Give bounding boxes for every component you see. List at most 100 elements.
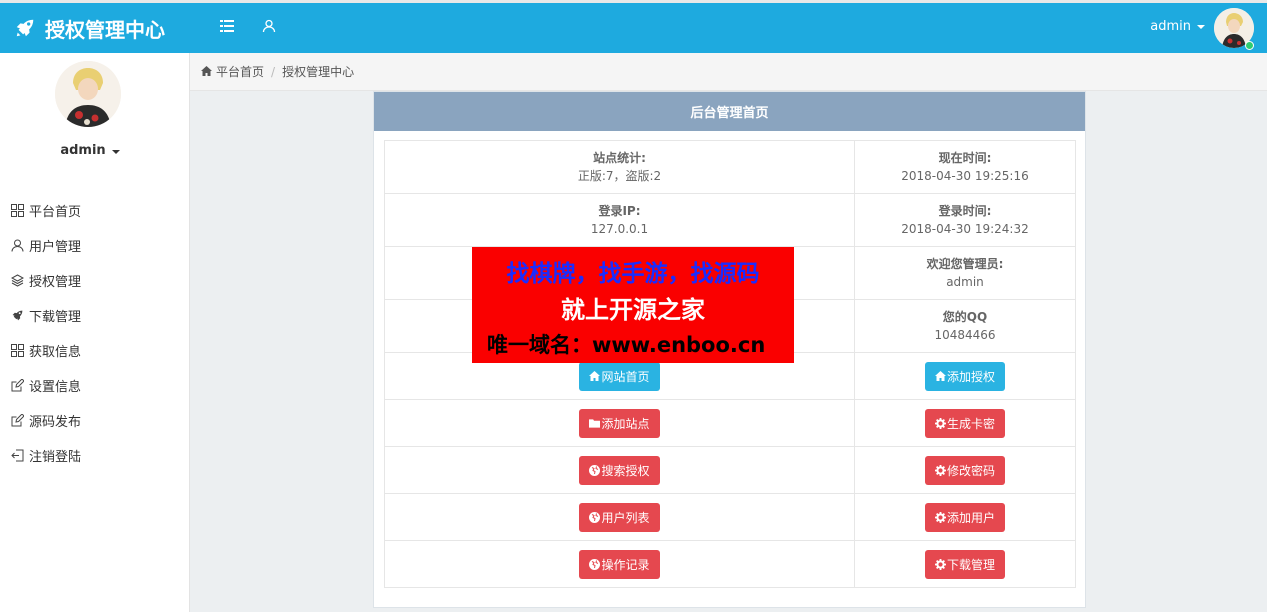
- add-site-button-label: 添加站点: [601, 416, 650, 431]
- current-time-cell: 现在时间: 2018-04-30 19:25:16: [854, 140, 1076, 194]
- download-management-button[interactable]: 下载管理: [924, 549, 1005, 579]
- login-time-cell: 登录时间: 2018-04-30 19:24:32: [854, 193, 1076, 247]
- sidebar-item-logout[interactable]: 注销登陆: [0, 438, 190, 473]
- header-username: admin: [1150, 19, 1191, 34]
- sidebar-item-label: 设置信息: [29, 380, 82, 395]
- online-status-indicator: [1245, 41, 1254, 50]
- sidebar-item-platform-home[interactable]: 平台首页: [0, 193, 190, 228]
- sidebar-item-label: 平台首页: [29, 205, 82, 220]
- site-stats-cell: 站点统计: 正版:7，盗版:2: [384, 140, 855, 194]
- sidebar-nav: 平台首页 用户管理 授权管理 下载管理 获取信息 设置信息 源码发布 注销登陆: [0, 193, 190, 473]
- sidebar-item-authorization[interactable]: 授权管理: [0, 263, 190, 298]
- user-icon[interactable]: [260, 17, 278, 35]
- add-site-button[interactable]: 添加站点: [579, 408, 660, 438]
- sidebar-item-label: 下载管理: [29, 310, 82, 325]
- user-list-button[interactable]: 用户列表: [579, 502, 660, 532]
- welcome-value: admin: [946, 275, 984, 289]
- sidebar-item-get-info[interactable]: 获取信息: [0, 333, 190, 368]
- change-password-button[interactable]: 修改密码: [924, 455, 1005, 485]
- sidebar-item-settings[interactable]: 设置信息: [0, 368, 190, 403]
- site-stats-label: 站点统计:: [593, 151, 646, 165]
- search-authorization-button[interactable]: 搜索授权: [579, 455, 660, 485]
- welcome-label: 欢迎您管理员:: [926, 257, 1004, 271]
- globe-icon: [589, 511, 601, 523]
- home-icon: [589, 370, 601, 382]
- generate-card-button[interactable]: 生成卡密: [924, 408, 1005, 438]
- sidebar-item-source-publish[interactable]: 源码发布: [0, 403, 190, 438]
- button-cell: 操作记录: [384, 540, 855, 588]
- button-cell: 添加授权: [854, 352, 1076, 400]
- sidebar-item-label: 用户管理: [29, 240, 82, 255]
- gear-icon: [934, 464, 946, 476]
- grid-icon: [10, 204, 24, 218]
- login-ip-label: 登录IP:: [598, 204, 641, 218]
- gear-icon: [934, 511, 946, 523]
- sidebar-user-dropdown[interactable]: admin: [0, 143, 180, 158]
- add-user-button-label: 添加用户: [946, 510, 995, 525]
- sidebar-item-users[interactable]: 用户管理: [0, 228, 190, 263]
- login-ip-value: 127.0.0.1: [590, 222, 649, 236]
- table-row: 添加站点 生成卡密: [384, 399, 1076, 447]
- globe-icon: [589, 464, 601, 476]
- menu-toggle-icon[interactable]: [218, 17, 236, 35]
- sidebar: admin 平台首页 用户管理 授权管理 下载管理 获取信息 设置信息 源码发布…: [0, 53, 190, 612]
- add-authorization-button-label: 添加授权: [946, 369, 995, 384]
- breadcrumb-separator: /: [271, 64, 276, 79]
- globe-icon: [589, 558, 601, 570]
- add-authorization-button[interactable]: 添加授权: [924, 361, 1005, 391]
- top-navbar: 授权管理中心 admin: [0, 0, 1267, 53]
- home-icon: [201, 65, 212, 79]
- rocket-icon: [14, 17, 36, 39]
- login-time-label: 登录时间:: [938, 204, 992, 218]
- qq-value: 10484466: [934, 328, 996, 342]
- info-table: 站点统计: 正版:7，盗版:2 现在时间: 2018-04-30 19:25:1…: [384, 140, 1076, 588]
- table-row: 站点统计: 正版:7，盗版:2 现在时间: 2018-04-30 19:25:1…: [384, 140, 1076, 194]
- site-stats-value: 正版:7，盗版:2: [577, 169, 662, 183]
- generate-card-button-label: 生成卡密: [946, 416, 995, 431]
- welcome-cell: 欢迎您管理员: admin: [854, 246, 1076, 300]
- rocket-icon: [10, 309, 24, 323]
- table-row: 操作记录 下载管理: [384, 540, 1076, 588]
- button-cell: 搜索授权: [384, 446, 855, 494]
- login-time-value: 2018-04-30 19:24:32: [901, 222, 1029, 236]
- sidebar-item-label: 源码发布: [29, 415, 82, 430]
- operation-log-button-label: 操作记录: [601, 557, 650, 572]
- promo-line-3: 唯一域名：www.enboo.cn: [487, 333, 766, 357]
- current-time-value: 2018-04-30 19:25:16: [901, 169, 1029, 183]
- current-time-label: 现在时间:: [938, 151, 992, 165]
- login-ip-cell: 登录IP: 127.0.0.1: [384, 193, 855, 247]
- breadcrumb-home-link[interactable]: 平台首页: [216, 63, 264, 80]
- user-list-button-label: 用户列表: [601, 510, 650, 525]
- table-row: 搜索授权 修改密码: [384, 446, 1076, 494]
- folder-icon: [589, 418, 601, 429]
- site-home-button-label: 网站首页: [601, 369, 650, 384]
- change-password-button-label: 修改密码: [946, 463, 995, 478]
- brand-logo[interactable]: 授权管理中心: [14, 13, 165, 43]
- sidebar-username: admin: [60, 143, 106, 158]
- app-title: 授权管理中心: [45, 17, 165, 42]
- operation-log-button[interactable]: 操作记录: [579, 549, 660, 579]
- panel-title: 后台管理首页: [374, 92, 1085, 131]
- sidebar-item-downloads[interactable]: 下载管理: [0, 298, 190, 333]
- sidebar-item-label: 获取信息: [29, 345, 82, 360]
- sidebar-avatar: [55, 61, 121, 127]
- breadcrumb-current: 授权管理中心: [282, 65, 355, 79]
- add-user-button[interactable]: 添加用户: [924, 502, 1005, 532]
- layers-icon: [10, 274, 24, 288]
- breadcrumb: 平台首页 / 授权管理中心: [190, 53, 1267, 91]
- sidebar-item-label: 注销登陆: [29, 450, 82, 465]
- gear-icon: [934, 558, 946, 570]
- button-cell: 下载管理: [854, 540, 1076, 588]
- download-management-button-label: 下载管理: [946, 557, 995, 572]
- qq-label: 您的QQ: [942, 310, 988, 324]
- site-home-button[interactable]: 网站首页: [579, 361, 660, 391]
- promo-line-2: 就上开源之家: [561, 296, 705, 324]
- user-icon: [10, 239, 24, 253]
- edit-icon: [10, 379, 24, 393]
- button-cell: 用户列表: [384, 493, 855, 541]
- home-icon: [934, 370, 946, 382]
- chevron-down-icon: [1197, 24, 1205, 29]
- promo-line-1: 找棋牌，找手游，找源码: [506, 261, 760, 287]
- button-cell: 添加用户: [854, 493, 1076, 541]
- user-dropdown[interactable]: admin: [1150, 19, 1205, 34]
